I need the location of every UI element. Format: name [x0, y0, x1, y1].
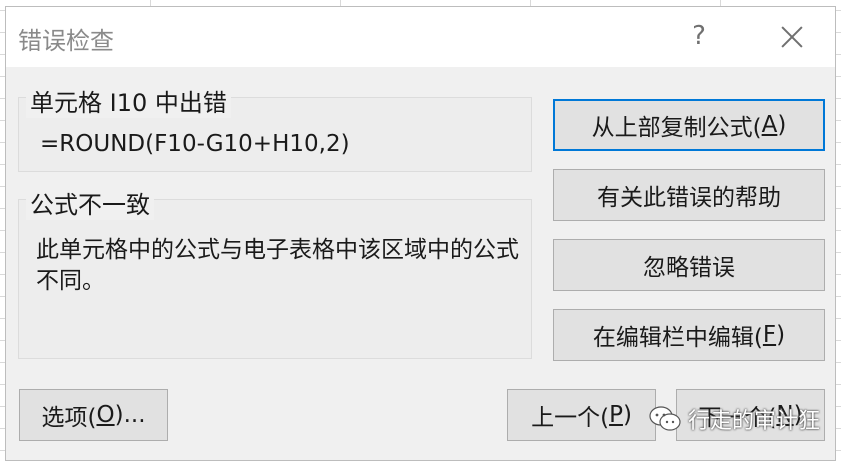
button-label-suffix: ) [777, 112, 787, 138]
watermark: 行走的审计狂 [648, 403, 820, 435]
cell-formula: =ROUND(F10-G10+H10,2) [40, 131, 350, 157]
button-label-suffix: )... [114, 402, 146, 428]
access-key: O [96, 402, 115, 428]
edit-in-formula-bar-button[interactable]: 在编辑栏中编辑(F) [553, 309, 825, 361]
button-label-suffix: ) [622, 402, 632, 428]
help-icon[interactable]: ? [684, 19, 714, 53]
button-label: 在编辑栏中编辑( [592, 325, 763, 351]
button-label: 选项( [41, 405, 97, 431]
ignore-error-button[interactable]: 忽略错误 [553, 239, 825, 291]
button-label: 忽略错误 [643, 255, 735, 281]
title-bar: 错误检查 ? [6, 7, 835, 67]
error-type-heading: 公式不一致 [26, 185, 154, 220]
error-checking-dialog: 错误检查 ? 单元格 I10 中出错 =ROUND(F10-G10+H10,2)… [5, 6, 836, 461]
button-label: 上一个( [531, 405, 610, 431]
error-location-heading: 单元格 I10 中出错 [26, 83, 231, 118]
options-button[interactable]: 选项(O)... [19, 389, 168, 441]
access-key: A [761, 112, 778, 138]
access-key: P [609, 402, 623, 428]
close-icon[interactable] [772, 17, 812, 57]
access-key: F [762, 322, 777, 348]
button-label: 从上部复制公式( [591, 115, 762, 141]
copy-formula-from-above-button[interactable]: 从上部复制公式(A) [553, 99, 825, 151]
error-description: 此单元格中的公式与电子表格中该区域中的公式不同。 [36, 237, 519, 294]
help-on-this-error-button[interactable]: 有关此错误的帮助 [553, 169, 825, 221]
button-label: 有关此错误的帮助 [597, 185, 781, 211]
dialog-title: 错误检查 [18, 27, 114, 55]
previous-button[interactable]: 上一个(P) [507, 389, 656, 441]
wechat-icon [649, 406, 681, 431]
watermark-text: 行走的审计狂 [688, 409, 821, 434]
button-label-suffix: ) [776, 322, 786, 348]
